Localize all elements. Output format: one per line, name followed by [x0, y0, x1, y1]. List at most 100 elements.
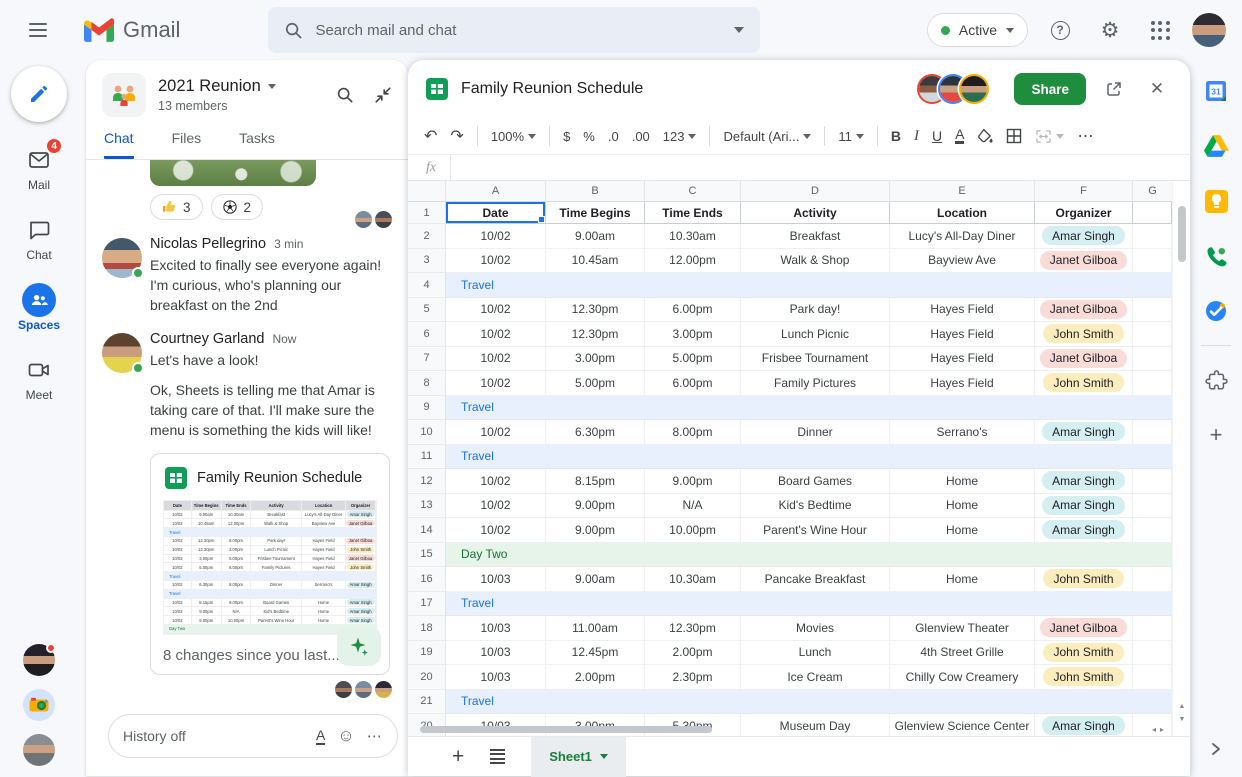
grid-cell[interactable]: 9.00am — [546, 567, 645, 592]
grid-cell[interactable]: 9.00pm — [546, 494, 645, 519]
borders-icon[interactable] — [1006, 128, 1022, 144]
grid-cell[interactable]: 11.00am — [546, 616, 645, 641]
grid-cell[interactable]: 10/02 — [446, 224, 546, 249]
reaction-thumbs-up[interactable]: 3 — [150, 194, 203, 220]
grid-cell[interactable]: 12.00pm — [645, 249, 741, 274]
column-header-e[interactable]: E — [890, 181, 1035, 202]
grid-cell[interactable]: Glenview Theater — [890, 616, 1035, 641]
grid-cell[interactable]: Amar Singh — [1035, 518, 1133, 543]
grid-cell[interactable]: Amar Singh — [1035, 714, 1133, 736]
merge-cells-select[interactable] — [1035, 129, 1064, 144]
grid-cell[interactable]: Amar Singh — [1035, 420, 1133, 445]
shared-photo-attachment[interactable] — [150, 160, 316, 186]
grid-cell[interactable] — [1133, 616, 1172, 641]
grid-band-row[interactable]: Travel — [446, 273, 1172, 298]
row-header[interactable]: 8 — [408, 371, 446, 396]
grid-cell[interactable]: Organizer — [1035, 202, 1133, 224]
row-header[interactable]: 18 — [408, 616, 446, 641]
grid-cell[interactable]: Hayes Field — [890, 371, 1035, 396]
column-header-b[interactable]: B — [546, 181, 645, 202]
grid-band-row[interactable]: Travel — [446, 592, 1172, 617]
grid-cell[interactable]: Amar Singh — [1035, 469, 1133, 494]
grid-cell[interactable]: 10.00pm — [645, 518, 741, 543]
grid-cell[interactable]: Frisbee Tournament — [741, 347, 890, 372]
apps-launcher-button[interactable] — [1142, 12, 1178, 48]
row-header[interactable]: 15 — [408, 543, 446, 568]
undo-icon[interactable]: ↶ — [424, 126, 437, 146]
sidebar-item-meet[interactable]: Meet — [0, 356, 78, 402]
grid-cell[interactable]: Date — [446, 202, 546, 224]
underline-button[interactable]: U — [932, 128, 942, 144]
grid-cell[interactable]: Family Pictures — [741, 371, 890, 396]
compose-button[interactable] — [11, 66, 67, 122]
tab-files[interactable]: Files — [172, 130, 202, 159]
row-header[interactable]: 4 — [408, 273, 446, 298]
status-selector[interactable]: Active — [927, 13, 1028, 47]
collaborator-avatar[interactable] — [961, 76, 987, 102]
grid-cell[interactable]: Amar Singh — [1035, 224, 1133, 249]
italic-button[interactable]: I — [914, 128, 919, 145]
get-add-ons-icon[interactable]: + — [1203, 422, 1229, 448]
row-header[interactable]: 16 — [408, 567, 446, 592]
google-keep-icon[interactable] — [1203, 188, 1229, 214]
grid-cell[interactable]: Parent's Wine Hour — [741, 518, 890, 543]
grid-cell[interactable]: 10/02 — [446, 420, 546, 445]
grid-band-row[interactable]: Travel — [446, 445, 1172, 470]
search-in-space-icon[interactable] — [336, 86, 354, 104]
grid-cell[interactable]: John Smith — [1035, 371, 1133, 396]
space-name-menu[interactable]: 2021 Reunion — [158, 77, 324, 96]
row-header[interactable]: 13 — [408, 494, 446, 519]
scroll-up-icon[interactable]: ▲ — [1173, 703, 1190, 710]
grid-cell[interactable]: Time Ends — [645, 202, 741, 224]
google-drive-icon[interactable] — [1203, 133, 1229, 159]
grid-cell[interactable]: 10.30am — [645, 224, 741, 249]
google-tasks-icon[interactable] — [1203, 298, 1229, 324]
grid-cell[interactable]: 10/02 — [446, 322, 546, 347]
grid-cell[interactable]: Activity — [741, 202, 890, 224]
grid-cell[interactable]: 10/02 — [446, 371, 546, 396]
row-header[interactable]: 1 — [408, 202, 446, 224]
grid-cell[interactable] — [1133, 567, 1172, 592]
row-header[interactable]: 14 — [408, 518, 446, 543]
grid-cell[interactable] — [1133, 420, 1172, 445]
grid-cell[interactable] — [1133, 249, 1172, 274]
grid-cell[interactable]: Glenview Science Center — [890, 714, 1035, 736]
grid-cell[interactable]: 9.00pm — [645, 469, 741, 494]
add-sheet-icon[interactable]: + — [452, 745, 464, 769]
redo-icon[interactable]: ↷ — [450, 126, 463, 146]
grid-cell[interactable]: Home — [890, 494, 1035, 519]
grid-cell[interactable]: Board Games — [741, 469, 890, 494]
row-header[interactable]: 20 — [408, 665, 446, 690]
horizontal-scroll-arrows[interactable]: ◂▸ — [1152, 725, 1168, 734]
grid-cell[interactable]: 6.00pm — [645, 371, 741, 396]
grid-cell[interactable]: 9.00pm — [546, 518, 645, 543]
extensions-icon[interactable] — [1203, 367, 1229, 393]
sheet-tab-sheet1[interactable]: Sheet1 — [531, 737, 626, 777]
grid-cell[interactable]: Park day! — [741, 298, 890, 323]
format-currency-button[interactable]: $ — [563, 129, 570, 144]
grid-cell[interactable]: John Smith — [1035, 322, 1133, 347]
grid-cell[interactable]: 10/03 — [446, 641, 546, 666]
grid-cell[interactable]: Lunch — [741, 641, 890, 666]
search-options-caret-icon[interactable] — [734, 27, 744, 33]
grid-cell[interactable]: 10/02 — [446, 494, 546, 519]
row-header[interactable]: 19 — [408, 641, 446, 666]
grid-cell[interactable]: 8.00pm — [645, 420, 741, 445]
row-header[interactable]: 17 — [408, 592, 446, 617]
row-header[interactable]: 6 — [408, 322, 446, 347]
grid-cell[interactable] — [1133, 469, 1172, 494]
smart-summary-button[interactable] — [337, 626, 381, 666]
grid-cell[interactable]: Breakfast — [741, 224, 890, 249]
row-header[interactable]: 9 — [408, 396, 446, 421]
google-voice-icon[interactable] — [1203, 243, 1229, 269]
grid-cell[interactable]: Home — [890, 567, 1035, 592]
sheet-preview-card[interactable]: Family Reunion Schedule DateTime BeginsT… — [150, 453, 390, 675]
row-header[interactable]: 7 — [408, 347, 446, 372]
grid-cell[interactable]: N/A — [645, 494, 741, 519]
grid-cell[interactable]: Location — [890, 202, 1035, 224]
more-formats-select[interactable]: 123 — [663, 129, 697, 144]
zoom-select[interactable]: 100% — [491, 129, 536, 144]
grid-cell[interactable]: 8.15pm — [546, 469, 645, 494]
grid-band-row[interactable]: Travel — [446, 396, 1172, 421]
more-toolbar-options-icon[interactable]: ⋯ — [1077, 126, 1094, 146]
